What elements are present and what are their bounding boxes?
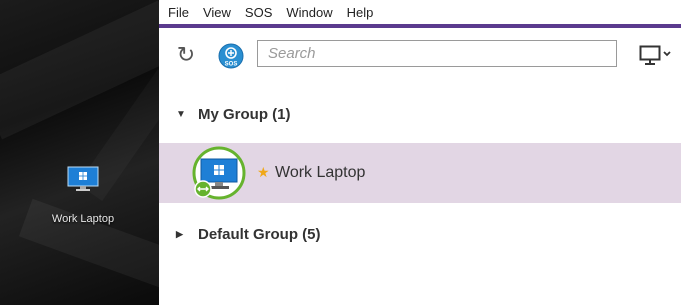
menu-window[interactable]: Window [286,5,332,20]
device-row-work-laptop[interactable]: ★ Work Laptop [159,143,681,203]
sos-icon-label: SOS [225,62,238,68]
search-input[interactable] [257,40,617,67]
menu-view[interactable]: View [203,5,231,20]
group-header-my-group[interactable]: ▼ My Group (1) [159,101,681,127]
group-name: Default Group (5) [198,225,321,243]
display-menu-icon[interactable] [639,43,673,67]
group-header-default-group[interactable]: ▶ Default Group (5) [159,221,681,247]
app-window: File View SOS Window Help ↻ SOS ▼ My Gro… [159,0,681,305]
device-computer-icon [192,146,246,200]
menu-help[interactable]: Help [347,5,374,20]
collapse-triangle-icon[interactable]: ▶ [176,229,190,240]
desktop-shortcut-label: Work Laptop [51,213,115,225]
expand-triangle-icon[interactable]: ▼ [176,109,190,120]
device-name: Work Laptop [275,164,366,181]
toolbar: ↻ SOS [159,28,681,80]
sos-icon[interactable]: SOS [218,43,244,69]
desktop-background: Work Laptop [0,0,159,305]
monitor-icon [67,166,99,191]
desktop-shortcut-work-laptop[interactable]: Work Laptop [40,166,126,225]
menu-bar: File View SOS Window Help [159,0,681,24]
refresh-icon[interactable]: ↻ [174,44,198,68]
group-name: My Group (1) [198,105,291,123]
menu-file[interactable]: File [168,5,189,20]
menu-sos[interactable]: SOS [245,5,272,20]
favorite-star-icon[interactable]: ★ [257,164,270,181]
